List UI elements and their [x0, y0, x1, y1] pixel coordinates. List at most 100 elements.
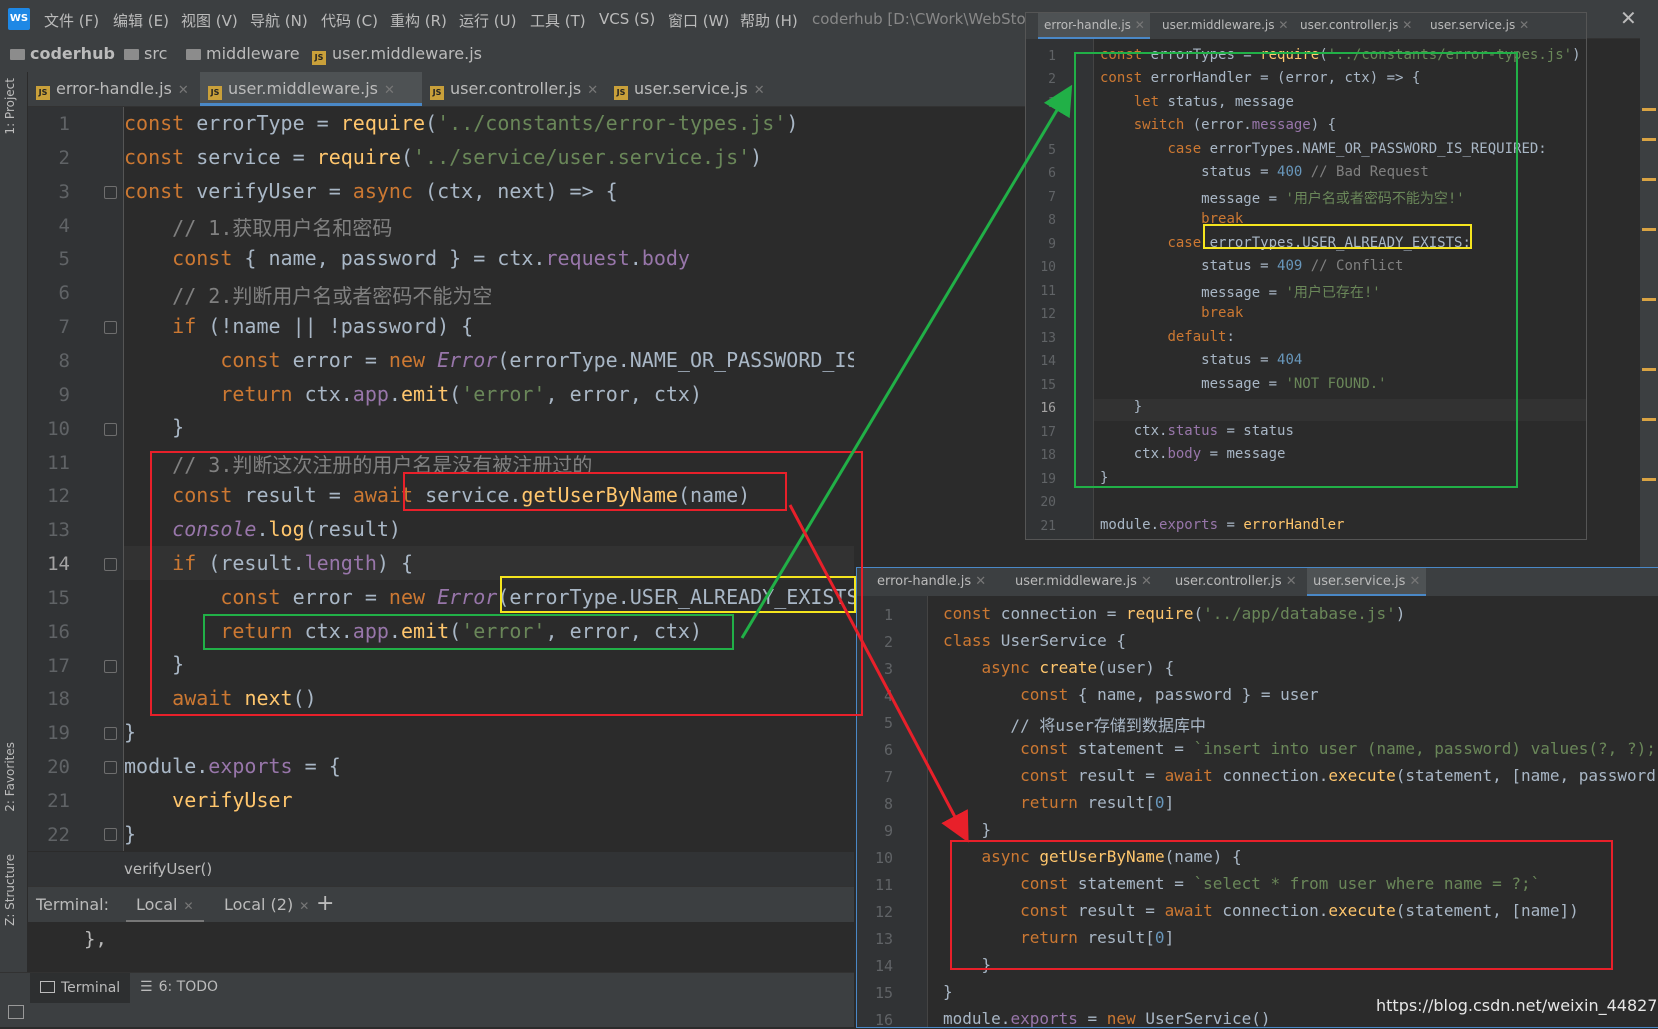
editor-scroll-markers[interactable] — [1640, 38, 1658, 567]
favorites-tool-tab[interactable]: 2: Favorites — [3, 742, 17, 812]
warning-marker[interactable] — [1642, 228, 1656, 231]
tab-user-controller[interactable]: JS user.controller.js ✕ — [430, 72, 605, 106]
menu-file[interactable]: 文件 (F) — [44, 10, 99, 31]
code-line[interactable]: module.exports = errorHandler — [1100, 517, 1344, 533]
code-line[interactable]: } — [943, 982, 953, 1001]
close-tab-icon[interactable]: ✕ — [587, 83, 598, 98]
fold-marker-icon[interactable] — [104, 727, 117, 740]
menu-tools[interactable]: 工具 (T) — [530, 10, 586, 31]
close-tab-icon[interactable]: ✕ — [975, 574, 986, 589]
breadcrumb-project[interactable]: coderhub — [10, 44, 115, 63]
close-tab-icon[interactable]: ✕ — [1410, 574, 1421, 589]
menu-refactor[interactable]: 重构 (R) — [390, 10, 447, 31]
code-line[interactable]: const errorHandler = (error, ctx) => { — [1100, 70, 1420, 86]
code-line[interactable]: status = 400 // Bad Request — [1100, 164, 1429, 180]
code-line[interactable]: break — [1100, 305, 1243, 321]
warning-marker[interactable] — [1642, 368, 1656, 371]
code-line[interactable]: const verifyUser = async (ctx, next) => … — [124, 179, 618, 203]
code-line[interactable]: message = '用户已存在!' — [1100, 282, 1381, 302]
code-line[interactable]: switch (error.message) { — [1100, 117, 1336, 133]
code-line[interactable]: const statement = `insert into user (nam… — [943, 739, 1658, 758]
code-line[interactable]: await next() — [124, 686, 317, 710]
tab-error-handle[interactable]: error-handle.js ✕ — [1038, 13, 1150, 39]
menu-run[interactable]: 运行 (U) — [459, 10, 516, 31]
close-tab-icon[interactable]: ✕ — [183, 899, 193, 913]
fold-marker-icon[interactable] — [104, 321, 117, 334]
tab-user-middleware[interactable]: JS user.middleware.js ✕ — [200, 72, 422, 106]
menu-edit[interactable]: 编辑 (E) — [113, 10, 169, 31]
structure-crumb-item[interactable]: verifyUser() — [124, 860, 212, 878]
close-tab-icon[interactable]: ✕ — [1519, 18, 1529, 32]
code-line[interactable]: const connection = require('../app/datab… — [943, 604, 1405, 623]
fold-marker-icon[interactable] — [104, 828, 117, 841]
close-tab-icon[interactable]: ✕ — [384, 83, 395, 98]
tab-error-handle[interactable]: JS error-handle.js ✕ — [36, 72, 196, 106]
code-line[interactable]: ctx.body = message — [1100, 446, 1286, 462]
code-line[interactable]: const { name, password } = user — [943, 685, 1319, 704]
code-line[interactable]: const result = await connection.execute(… — [943, 901, 1579, 920]
warning-marker[interactable] — [1642, 108, 1656, 111]
breadcrumb-middleware[interactable]: middleware — [186, 44, 300, 63]
breadcrumb-src[interactable]: src — [124, 44, 167, 63]
layout-toggle-icon[interactable] — [8, 1005, 24, 1019]
breadcrumb-file[interactable]: JS user.middleware.js — [312, 44, 482, 65]
terminal-tab-local-2[interactable]: Local (2) ✕ — [224, 895, 309, 914]
todo-tool-tab[interactable]: ☰ 6: TODO — [140, 979, 218, 995]
code-line[interactable]: const result = await connection.execute(… — [943, 766, 1658, 785]
menu-vcs[interactable]: VCS (S) — [599, 10, 655, 28]
code-line[interactable]: ctx.status = status — [1100, 423, 1294, 439]
code-line[interactable]: const errorTypes = require('../constants… — [1100, 47, 1581, 63]
code-line[interactable]: const error = new Error(errorType.USER_A… — [124, 585, 854, 609]
code-line[interactable]: class UserService { — [943, 631, 1126, 650]
menu-code[interactable]: 代码 (C) — [321, 10, 378, 31]
code-line[interactable]: message = '用户名或者密码不能为空!' — [1100, 188, 1465, 208]
code-line[interactable]: } — [124, 415, 184, 439]
code-line[interactable]: const statement = `select * from user wh… — [943, 874, 1540, 893]
code-line[interactable]: module.exports = { — [124, 754, 341, 778]
code-comment[interactable]: // 3.判断这次注册的用户名是没有被注册过的 — [124, 449, 592, 478]
code-line[interactable]: console.log(result) — [124, 517, 401, 541]
menu-view[interactable]: 视图 (V) — [181, 10, 238, 31]
close-tab-icon[interactable]: ✕ — [1278, 18, 1288, 32]
fold-marker-icon[interactable] — [104, 761, 117, 774]
code-line[interactable]: } — [943, 955, 992, 974]
close-tab-icon[interactable]: ✕ — [299, 899, 309, 913]
code-line[interactable]: } — [124, 652, 184, 676]
warning-marker[interactable] — [1642, 178, 1656, 181]
warning-marker[interactable] — [1642, 418, 1656, 421]
code-line[interactable]: message = 'NOT FOUND.' — [1100, 376, 1386, 392]
terminal-tab-local[interactable]: Local ✕ — [126, 887, 204, 923]
menu-navigate[interactable]: 导航 (N) — [250, 10, 308, 31]
close-tab-icon[interactable]: ✕ — [1286, 574, 1297, 589]
error-handle-code[interactable]: const errorTypes = require('../constants… — [1100, 39, 1584, 539]
code-line[interactable]: } — [943, 820, 992, 839]
menu-window[interactable]: 窗口 (W) — [668, 10, 729, 31]
code-line[interactable]: } — [1100, 470, 1108, 486]
code-line[interactable]: module.exports = new UserService() — [943, 1009, 1271, 1027]
tab-user-service[interactable]: user.service.js ✕ — [1307, 568, 1427, 596]
code-line[interactable]: const { name, password } = ctx.request.b… — [124, 246, 690, 270]
code-line[interactable]: return ctx.app.emit('error', error, ctx) — [124, 382, 702, 406]
structure-tool-tab[interactable]: Z: Structure — [3, 854, 17, 926]
code-line[interactable]: const result = await service.getUserByNa… — [124, 483, 750, 507]
code-line[interactable]: return result[0] — [943, 793, 1174, 812]
code-line[interactable]: const error = new Error(errorType.NAME_O… — [124, 348, 854, 372]
code-line[interactable]: status = 404 — [1100, 352, 1302, 368]
close-tab-icon[interactable]: ✕ — [1141, 574, 1152, 589]
warning-marker[interactable] — [1642, 478, 1656, 481]
code-comment[interactable]: // 1.获取用户名和密码 — [124, 212, 392, 241]
terminal-tool-tab[interactable]: Terminal — [30, 973, 131, 1003]
tab-user-service[interactable]: JS user.service.js ✕ — [614, 72, 784, 106]
code-line[interactable]: break — [1100, 211, 1243, 227]
project-tool-tab[interactable]: 1: Project — [3, 78, 17, 135]
close-tab-icon[interactable]: ✕ — [178, 83, 189, 98]
close-tab-icon[interactable]: ✕ — [1402, 18, 1412, 32]
code-line[interactable]: } — [124, 720, 136, 744]
code-line[interactable]: async create(user) { — [943, 658, 1175, 677]
code-line[interactable]: return result[0] — [943, 928, 1174, 947]
code-comment[interactable]: // 将user存储到数据库中 — [943, 712, 1205, 736]
code-line[interactable]: case errorTypes.USER_ALREADY_EXISTS: — [1100, 235, 1470, 251]
add-terminal-icon[interactable]: + — [316, 891, 334, 916]
code-line[interactable]: async getUserByName(name) { — [943, 847, 1242, 866]
fold-marker-icon[interactable] — [104, 558, 117, 571]
